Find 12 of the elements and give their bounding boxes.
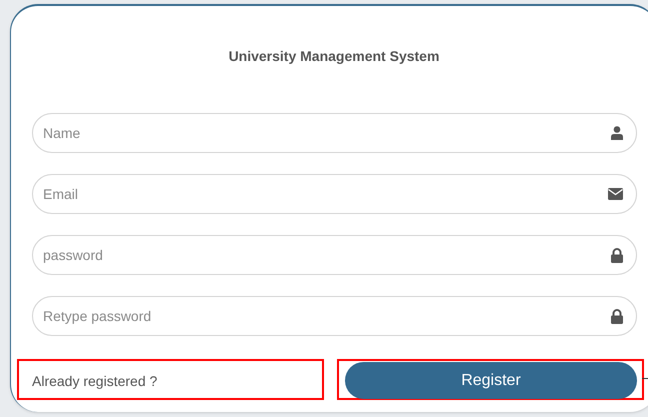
- connector-line: [642, 378, 648, 379]
- register-button[interactable]: Register: [345, 362, 637, 399]
- input-field[interactable]: Email: [32, 174, 637, 214]
- input-field[interactable]: Name: [32, 113, 637, 153]
- login-link[interactable]: Already registered ?: [32, 371, 158, 392]
- input-field[interactable]: Retype password: [32, 296, 637, 336]
- form-title: University Management System: [228, 47, 440, 66]
- lock-icon: [611, 248, 623, 262]
- lock-icon: [611, 308, 623, 324]
- user-icon: [611, 126, 623, 140]
- envelope-icon: [608, 188, 623, 200]
- input-field[interactable]: password: [32, 235, 637, 275]
